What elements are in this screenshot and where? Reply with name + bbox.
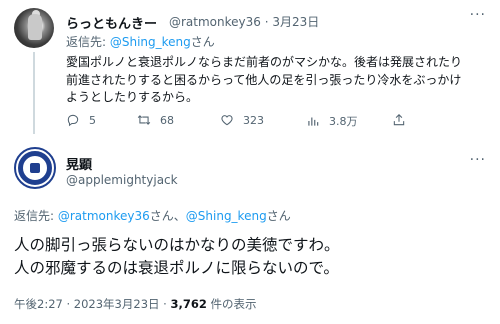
- share-button[interactable]: [392, 113, 406, 127]
- reply-suffix: さん: [266, 209, 291, 223]
- reply-label: 返信先:: [14, 209, 58, 223]
- views-icon: [308, 117, 319, 126]
- tweet-actions: 5 68 323 3.8万: [66, 113, 486, 131]
- reply-suffix: さん: [190, 35, 215, 49]
- reply-mid: さん、: [149, 209, 186, 223]
- like-button[interactable]: 323: [220, 113, 264, 127]
- reply-handle-link[interactable]: @ratmonkey36: [58, 209, 150, 223]
- author-handle-date[interactable]: @ratmonkey36 · 3月23日: [169, 13, 319, 30]
- avatar-ratmonkey[interactable]: [14, 8, 54, 48]
- tweet-body: 人の脚引っ張らないのはかなりの美徳ですわ。 人の邪魔するのは衰退ポルノに限らない…: [14, 236, 340, 277]
- avatar-logo: [18, 151, 52, 185]
- author-handle[interactable]: @applemightyjack: [66, 173, 178, 187]
- avatar-applemightyjack[interactable]: [14, 147, 56, 189]
- author-name[interactable]: らっともんきー: [66, 13, 157, 32]
- views-button[interactable]: 3.8万: [306, 113, 358, 129]
- reply-handle-link[interactable]: @Shing_keng: [110, 35, 191, 49]
- views-total: 3,762: [170, 297, 207, 311]
- share-icon: [393, 114, 405, 126]
- retweet-icon: [137, 115, 151, 125]
- thread-line: [33, 52, 35, 134]
- views-count: 3.8万: [329, 115, 358, 128]
- reply-label: 返信先:: [66, 35, 110, 49]
- reply-context: 返信先: @Shing_kengさん: [66, 33, 215, 50]
- retweet-button[interactable]: 68: [137, 113, 174, 127]
- reply-count: 5: [89, 113, 96, 127]
- tweet-timestamp[interactable]: 午後2:27 · 2023年3月23日 ·: [14, 297, 170, 311]
- reply-icon: [67, 114, 79, 127]
- like-icon: [221, 115, 233, 126]
- tweet-body: 愛国ポルノと衰退ポルノならまだ前者のがマシかな。後者は発展されたり 前進されたり…: [66, 55, 463, 104]
- reply-handle-link[interactable]: @Shing_keng: [186, 209, 267, 223]
- views-label: 件の表示: [206, 297, 257, 311]
- author-name[interactable]: 晃顕: [66, 154, 92, 173]
- reply-button[interactable]: 5: [66, 113, 96, 127]
- more-icon[interactable]: ···: [470, 152, 486, 168]
- tweet-meta: 午後2:27 · 2023年3月23日 · 3,762 件の表示: [14, 296, 257, 312]
- like-count: 323: [243, 113, 264, 127]
- retweet-count: 68: [160, 113, 174, 127]
- more-icon[interactable]: ···: [470, 7, 486, 23]
- reply-context: 返信先: @ratmonkey36さん、@Shing_kengさん: [14, 207, 291, 224]
